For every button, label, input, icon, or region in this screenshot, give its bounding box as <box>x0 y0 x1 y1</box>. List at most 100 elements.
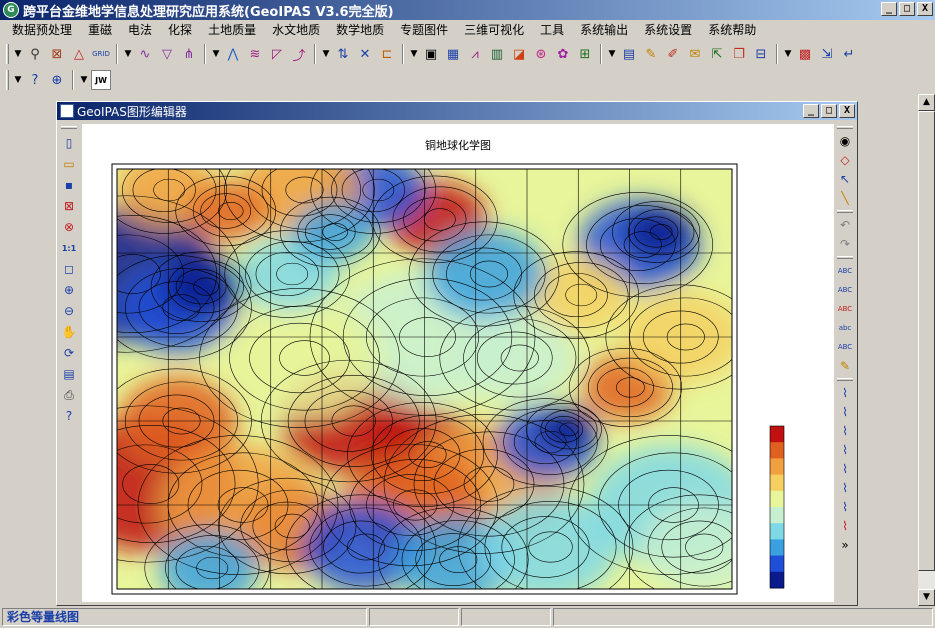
export-icon[interactable]: ⇱ <box>707 44 727 64</box>
child-close-button[interactable]: X <box>839 104 855 118</box>
clipboard-icon[interactable]: ▤ <box>619 44 639 64</box>
sort-icon[interactable]: ⇅ <box>333 44 353 64</box>
add-text-icon[interactable]: ABC <box>836 262 854 280</box>
maximize-button[interactable]: □ <box>899 2 915 16</box>
save-icon[interactable]: ▪ <box>60 176 78 194</box>
cross-icon[interactable]: ✕ <box>355 44 375 64</box>
zoom-out-icon[interactable]: ⊖ <box>60 302 78 320</box>
menu-thematic-maps[interactable]: 专题图件 <box>392 21 456 40</box>
mosaic-icon[interactable]: ⊞ <box>575 44 595 64</box>
line-tool-icon-4[interactable]: ⌇ <box>836 441 854 459</box>
edit-icon[interactable]: ✐ <box>663 44 683 64</box>
refresh-icon[interactable]: ⟳ <box>60 344 78 362</box>
line-chart-icon[interactable]: ⩘ <box>465 44 485 64</box>
grid-icon[interactable]: GRID <box>91 44 111 64</box>
main-vertical-scrollbar[interactable]: ▲ ▼ <box>918 94 935 606</box>
eye-icon[interactable]: ◉ <box>836 132 854 150</box>
close-button[interactable]: X <box>917 2 933 16</box>
more-tools-icon[interactable]: » <box>836 536 854 554</box>
fit-window-icon[interactable]: ◻ <box>60 260 78 278</box>
triangle-icon[interactable]: △ <box>69 44 89 64</box>
trend-icon[interactable]: ⤴ <box>289 44 309 64</box>
scroll-down-button[interactable]: ▼ <box>918 589 935 606</box>
bar-chart-icon[interactable]: ▥ <box>487 44 507 64</box>
edit-text-icon[interactable]: abc <box>836 319 854 337</box>
line-tool-icon-3[interactable]: ⌇ <box>836 422 854 440</box>
curve-icon[interactable]: ∿ <box>135 44 155 64</box>
move-text-icon[interactable]: ABC <box>836 281 854 299</box>
child-maximize-button[interactable]: □ <box>821 104 837 118</box>
toolbar-dropdown[interactable]: ▼ <box>13 49 23 59</box>
slope-icon[interactable]: ◸ <box>267 44 287 64</box>
stack-icon[interactable]: ❐ <box>729 44 749 64</box>
delete-icon[interactable]: ⊠ <box>60 197 78 215</box>
toolbar-dropdown-5[interactable]: ▼ <box>409 49 419 59</box>
toolbar-dropdown-9[interactable]: ▼ <box>79 75 89 85</box>
toolbar-grip-2[interactable] <box>6 70 9 90</box>
import-icon[interactable]: ⇲ <box>817 44 837 64</box>
download-icon[interactable]: ⊕ <box>47 70 67 90</box>
menu-tools[interactable]: 工具 <box>532 21 572 40</box>
line-tool-icon-5[interactable]: ⌇ <box>836 460 854 478</box>
help-icon[interactable]: ? <box>25 70 45 90</box>
delete-text-icon[interactable]: ABC <box>836 300 854 318</box>
filter-icon[interactable]: ▽ <box>157 44 177 64</box>
map-canvas[interactable]: 铜地球化学图 <box>82 124 834 602</box>
toolbar-dropdown-4[interactable]: ▼ <box>321 49 331 59</box>
menu-system-settings[interactable]: 系统设置 <box>636 21 700 40</box>
open-folder-icon[interactable]: ▭ <box>60 155 78 173</box>
scroll-up-button[interactable]: ▲ <box>918 94 935 111</box>
menu-data-preprocess[interactable]: 数据预处理 <box>4 21 80 40</box>
minimize-button[interactable]: _ <box>881 2 897 16</box>
menu-land-quality[interactable]: 土地质量 <box>200 21 264 40</box>
table-icon[interactable]: ▦ <box>443 44 463 64</box>
delete-all-icon[interactable]: ⊗ <box>60 218 78 236</box>
line-tool-icon-1[interactable]: ⌇ <box>836 384 854 402</box>
menu-electrical[interactable]: 电法 <box>120 21 160 40</box>
print-icon[interactable]: ⎙ <box>60 386 78 404</box>
select-icon[interactable]: ◇ <box>836 151 854 169</box>
box-icon[interactable]: ▣ <box>421 44 441 64</box>
rose-icon[interactable]: ✿ <box>553 44 573 64</box>
jw-button[interactable]: JW <box>91 70 111 90</box>
menu-3d-visual[interactable]: 三维可视化 <box>456 21 532 40</box>
menu-system-help[interactable]: 系统帮助 <box>700 21 764 40</box>
redo-icon[interactable]: ↷ <box>836 235 854 253</box>
preview-icon[interactable]: ⊟ <box>751 44 771 64</box>
palette-icon[interactable]: ▩ <box>795 44 815 64</box>
grid-edit-icon[interactable]: ⊠ <box>47 44 67 64</box>
terrain-icon[interactable]: ⋀ <box>223 44 243 64</box>
new-file-icon[interactable]: ▯ <box>60 134 78 152</box>
toolbar-dropdown-7[interactable]: ▼ <box>783 49 793 59</box>
text-style-icon[interactable]: ABC <box>836 338 854 356</box>
child-minimize-button[interactable]: _ <box>803 104 819 118</box>
image-icon[interactable]: ◪ <box>509 44 529 64</box>
toolbar-dropdown-3[interactable]: ▼ <box>211 49 221 59</box>
probe-icon[interactable]: ⚲ <box>25 44 45 64</box>
waveform-icon[interactable]: ≋ <box>245 44 265 64</box>
menu-gravity-magnetic[interactable]: 重磁 <box>80 21 120 40</box>
layout-icon[interactable]: ⊏ <box>377 44 397 64</box>
toolbar-dropdown-2[interactable]: ▼ <box>123 49 133 59</box>
pan-hand-icon[interactable]: ✋ <box>60 323 78 341</box>
menu-math-geology[interactable]: 数学地质 <box>328 21 392 40</box>
draw-line-icon[interactable]: ╲ <box>836 189 854 207</box>
pen-icon[interactable]: ✎ <box>641 44 661 64</box>
scroll-thumb[interactable] <box>918 111 935 571</box>
layers-icon[interactable]: ▤ <box>60 365 78 383</box>
venn-icon[interactable]: ⊛ <box>531 44 551 64</box>
line-tool-icon-6[interactable]: ⌇ <box>836 479 854 497</box>
text-pen-icon[interactable]: ✎ <box>836 357 854 375</box>
line-tool-icon-8[interactable]: ⌇ <box>836 517 854 535</box>
toolbar-dropdown-8[interactable]: ▼ <box>13 75 23 85</box>
menu-geochem[interactable]: 化探 <box>160 21 200 40</box>
toolbar-dropdown-6[interactable]: ▼ <box>607 49 617 59</box>
line-tool-icon-2[interactable]: ⌇ <box>836 403 854 421</box>
undo-icon[interactable]: ↶ <box>836 216 854 234</box>
cursor-icon[interactable]: ↖ <box>836 170 854 188</box>
actual-size-icon[interactable]: 1:1 <box>60 239 78 257</box>
toolbar-grip[interactable] <box>6 44 9 64</box>
fork-icon[interactable]: ⋔ <box>179 44 199 64</box>
zoom-in-icon[interactable]: ⊕ <box>60 281 78 299</box>
help-icon-2[interactable]: ? <box>60 407 78 425</box>
